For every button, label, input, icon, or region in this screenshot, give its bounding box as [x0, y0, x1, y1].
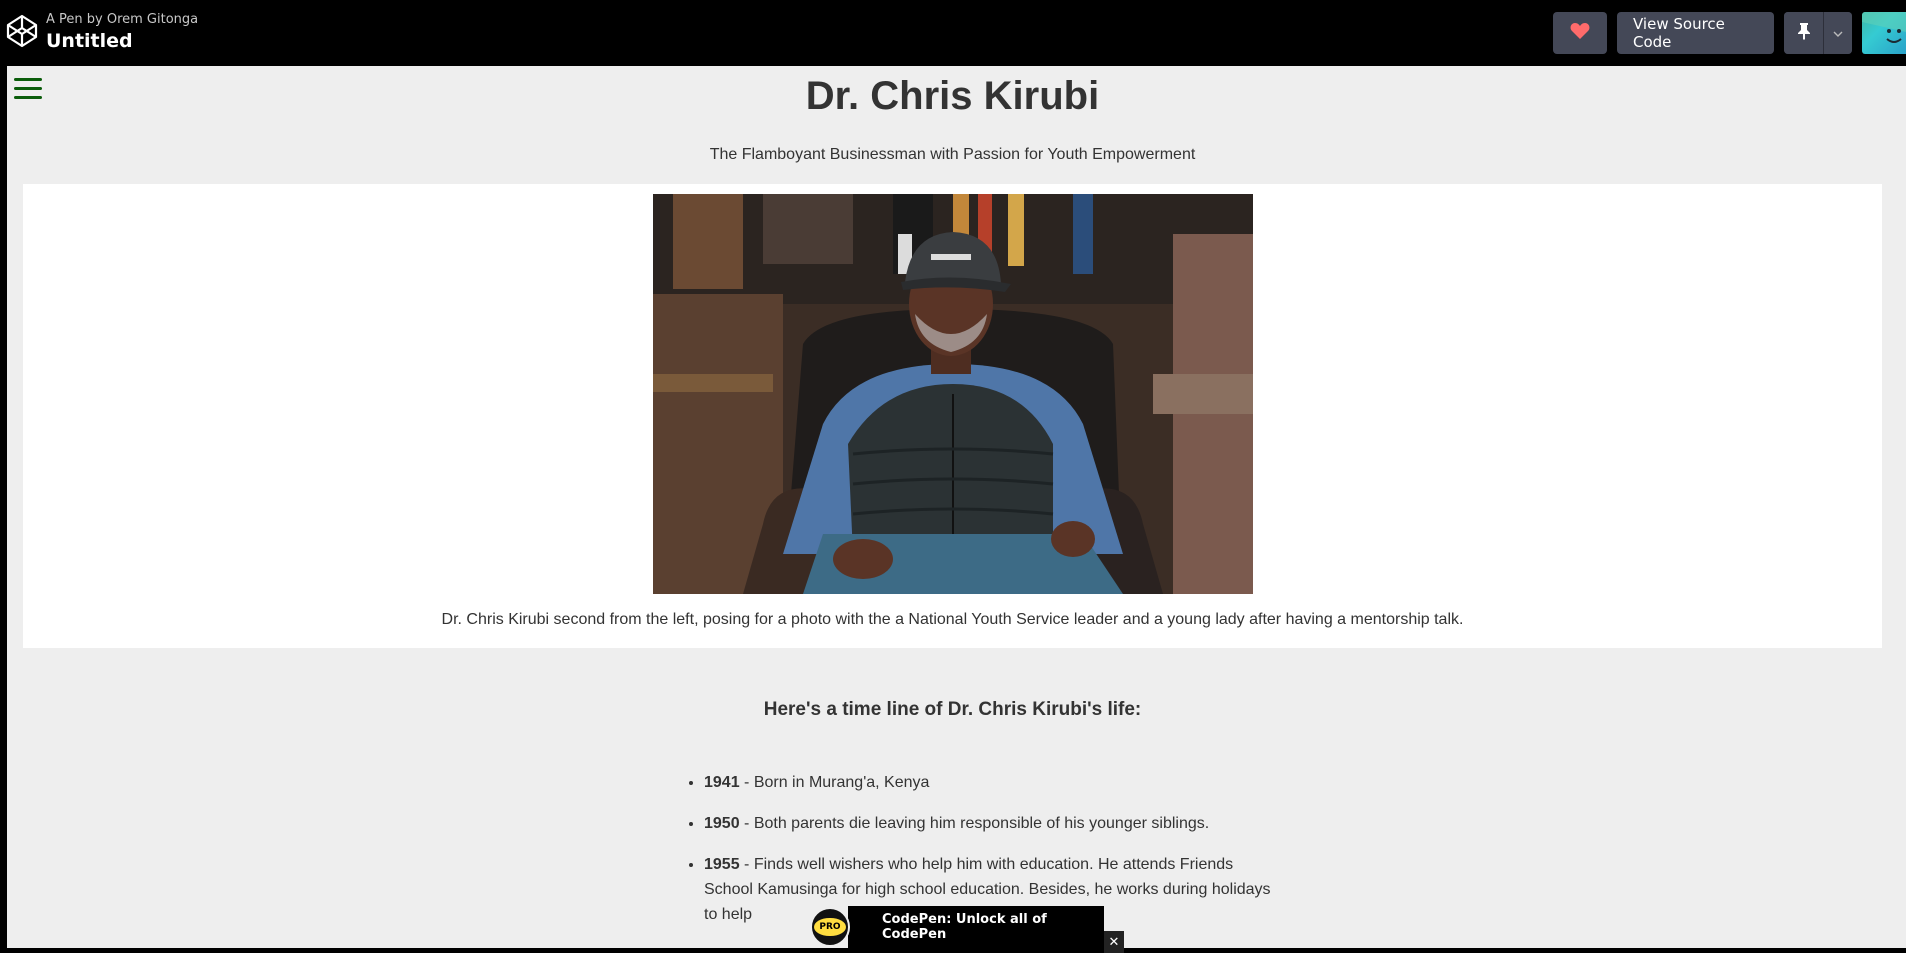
heart-icon [1570, 22, 1590, 44]
pin-icon [1797, 22, 1811, 45]
page-title: Dr. Chris Kirubi [805, 74, 1100, 118]
pin-button-group [1784, 12, 1852, 54]
list-item: 1950 - Both parents die leaving him resp… [704, 811, 1274, 836]
codepen-logo-icon[interactable] [6, 14, 38, 48]
header-actions: View Source Code [1553, 12, 1906, 54]
pin-dropdown-button[interactable] [1824, 12, 1852, 54]
timeline-text: - Both parents die leaving him responsib… [739, 815, 1210, 832]
pen-author-line[interactable]: A Pen by Orem Gitonga [46, 12, 198, 28]
pin-button[interactable] [1784, 12, 1824, 54]
pro-upgrade-link[interactable]: CodePen: Unlock all of CodePen [848, 906, 1104, 948]
chevron-down-icon [1833, 24, 1843, 42]
pro-banner: PRO CodePen: Unlock all of CodePen ✕ [810, 906, 1124, 953]
pen-meta: A Pen by Orem Gitonga Untitled [46, 12, 198, 54]
image-card: Dr. Chris Kirubi second from the left, p… [23, 184, 1882, 648]
list-item: 1941 - Born in Murang'a, Kenya [704, 770, 1274, 795]
timeline-heading: Here's a time line of Dr. Chris Kirubi's… [763, 699, 1142, 720]
image-caption: Dr. Chris Kirubi second from the left, p… [441, 611, 1464, 628]
preview-frame: Dr. Chris Kirubi The Flamboyant Business… [7, 66, 1906, 948]
timeline-text: - Born in Murang'a, Kenya [739, 774, 930, 791]
view-source-button[interactable]: View Source Code [1617, 12, 1774, 54]
timeline-year: 1941 [704, 774, 740, 791]
pro-badge-icon: PRO [810, 907, 850, 947]
page-subtitle: The Flamboyant Businessman with Passion … [709, 146, 1196, 163]
portrait-image [653, 194, 1253, 594]
timeline-year: 1950 [704, 815, 740, 832]
pro-badge-label: PRO [814, 918, 846, 936]
user-avatar[interactable] [1862, 12, 1906, 54]
close-icon[interactable]: ✕ [1104, 931, 1124, 953]
heart-button[interactable] [1553, 12, 1607, 54]
pen-title: Untitled [46, 30, 133, 52]
codepen-header: A Pen by Orem Gitonga Untitled View Sour… [0, 0, 1906, 66]
timeline-year: 1955 [704, 856, 740, 873]
